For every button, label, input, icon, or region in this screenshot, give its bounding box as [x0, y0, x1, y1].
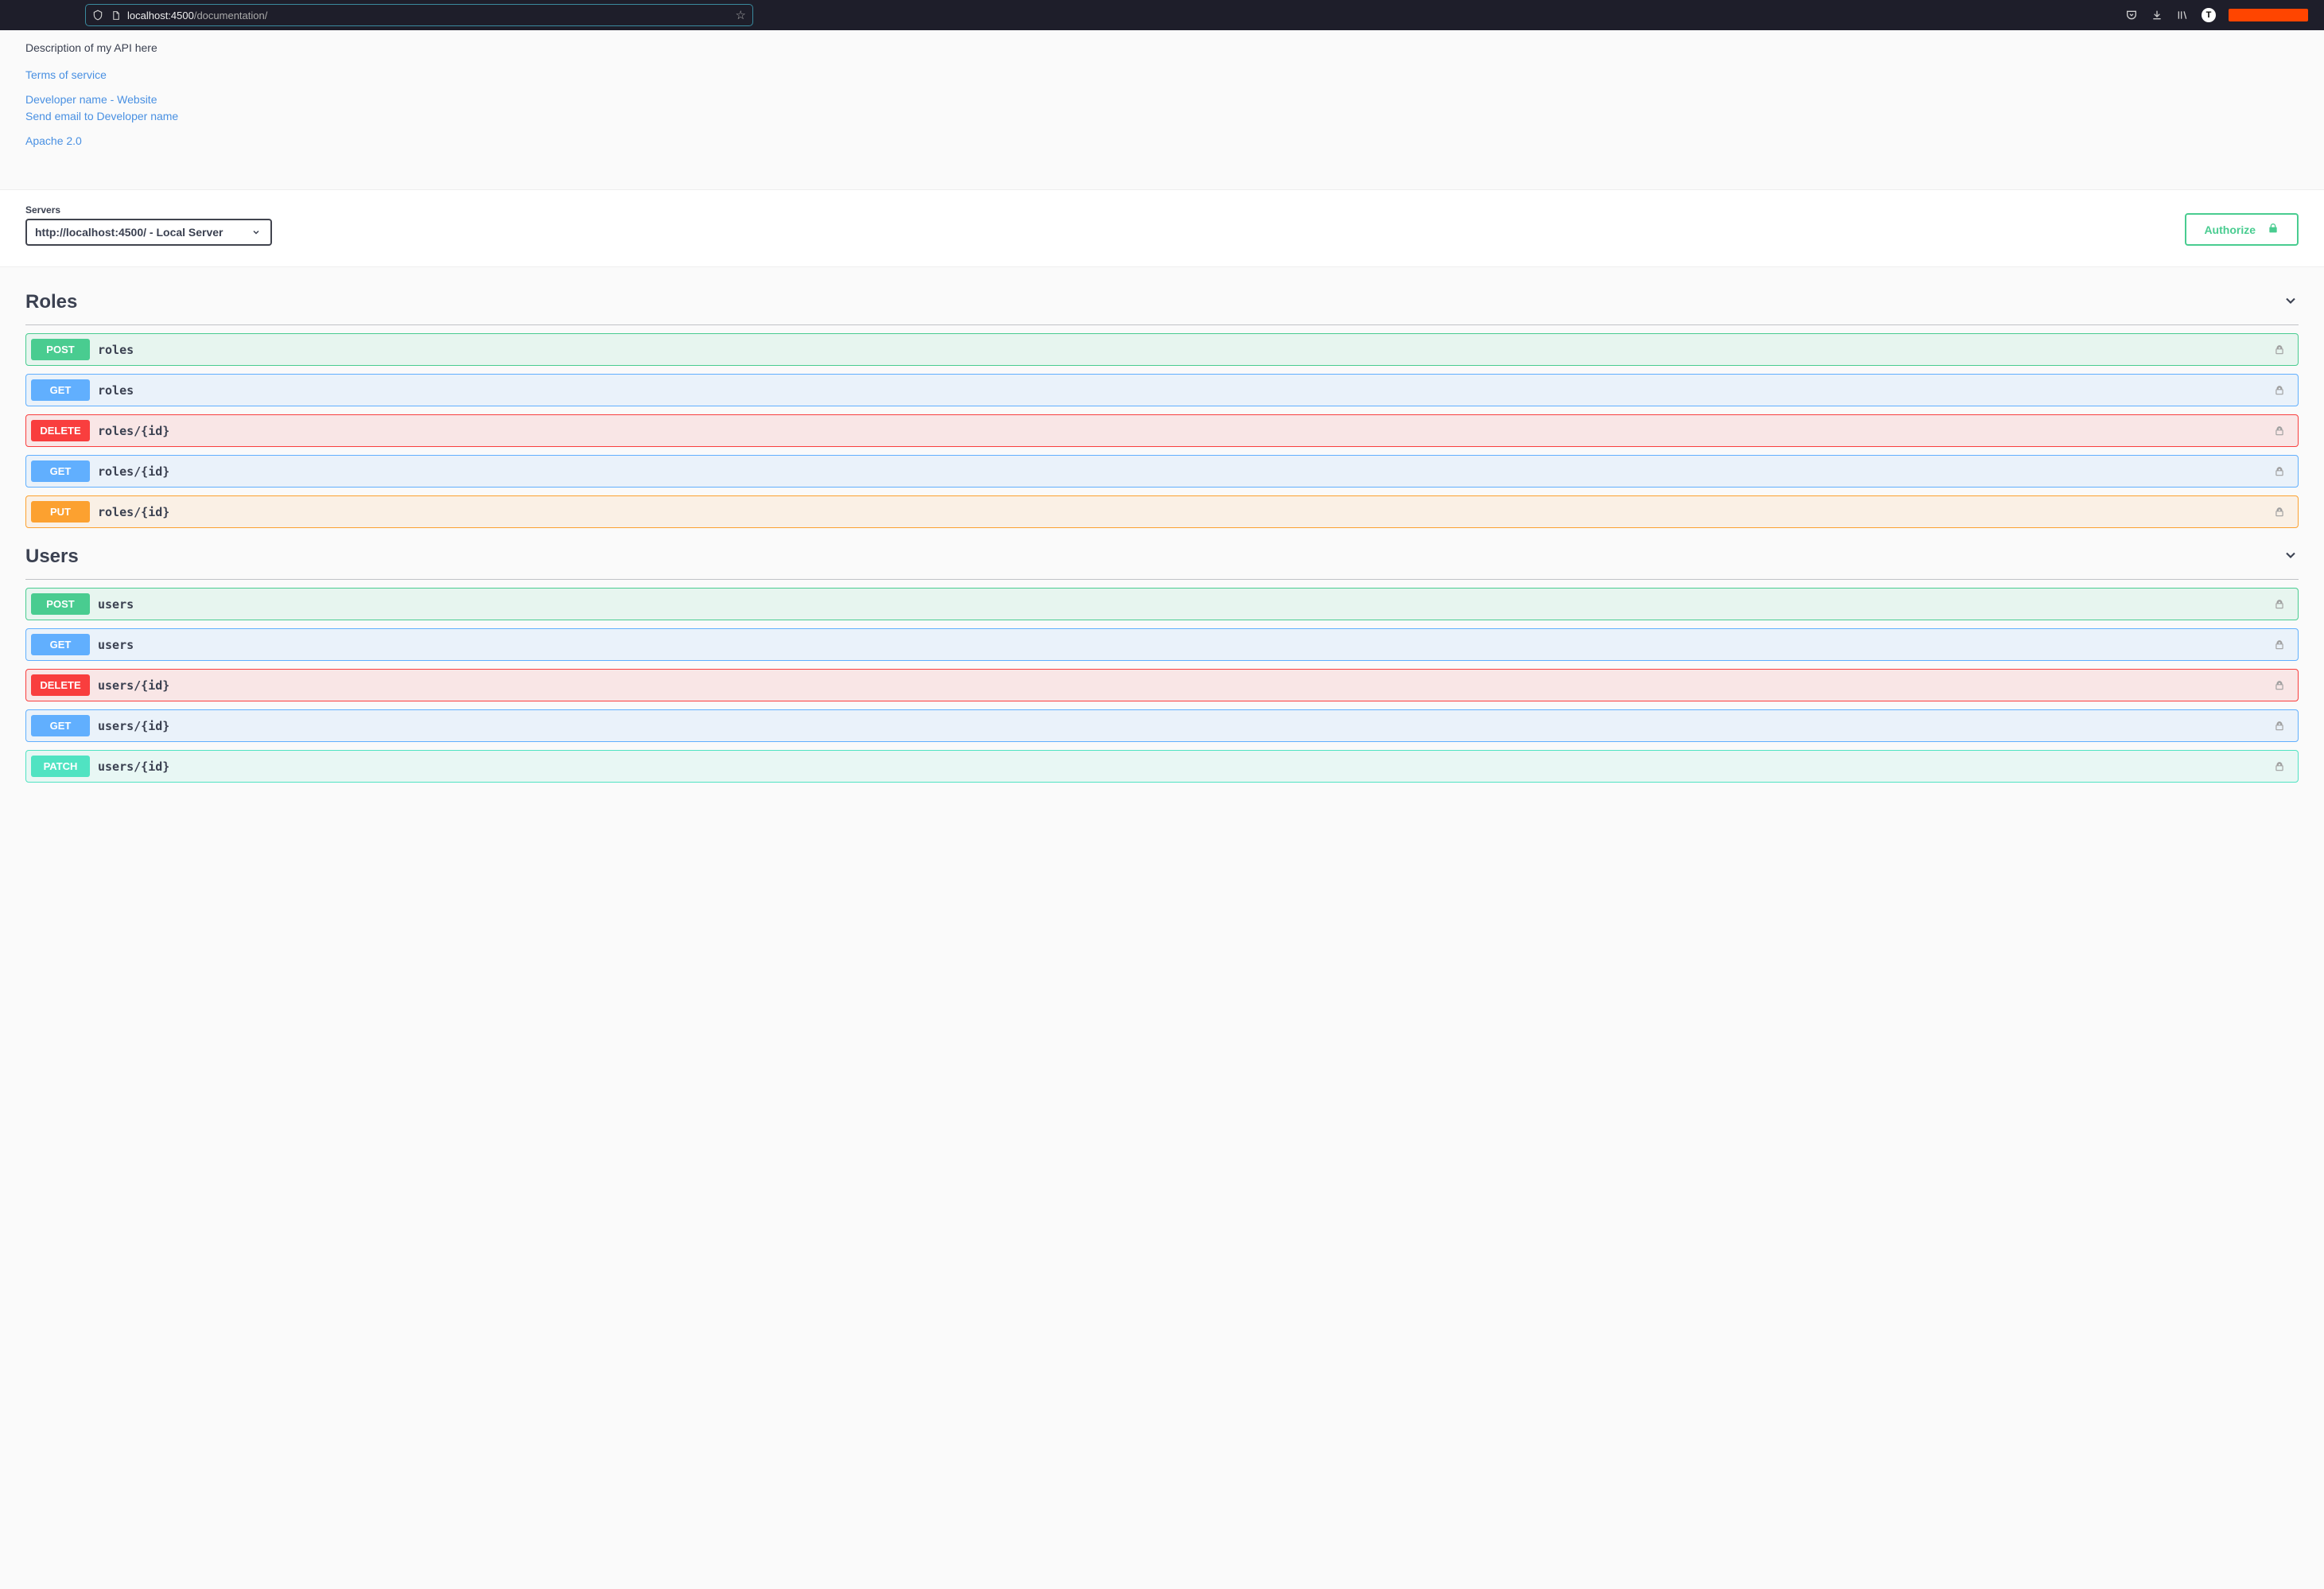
- operation-path: users/{id}: [98, 760, 2264, 774]
- url-bar[interactable]: localhost:4500/documentation/ ☆: [85, 4, 753, 26]
- lock-open-icon[interactable]: [2272, 425, 2287, 437]
- shield-icon: [92, 10, 103, 21]
- operation-path: roles/{id}: [98, 505, 2264, 519]
- license-link[interactable]: Apache 2.0: [25, 133, 2299, 150]
- servers-bar: Servers http://localhost:4500/ - Local S…: [0, 189, 2324, 267]
- operation-path: roles: [98, 343, 2264, 357]
- operation-get-users[interactable]: GET users: [25, 628, 2299, 661]
- lock-open-icon[interactable]: [2272, 761, 2287, 772]
- lock-open-icon[interactable]: [2272, 639, 2287, 651]
- http-method-badge: DELETE: [31, 674, 90, 696]
- tag-section-roles: RolesPOSTrolesGETrolesDELETEroles/{id}GE…: [25, 283, 2299, 528]
- api-description: Description of my API here: [25, 41, 2299, 54]
- redacted-area: [2229, 9, 2308, 21]
- lock-open-icon[interactable]: [2272, 599, 2287, 610]
- servers-select[interactable]: http://localhost:4500/ - Local Server: [25, 219, 272, 246]
- chevron-down-icon: [2283, 547, 2299, 567]
- operation-patch-users-id-[interactable]: PATCH users/{id}: [25, 750, 2299, 783]
- operation-path: roles: [98, 383, 2264, 398]
- servers-label: Servers: [25, 204, 272, 216]
- http-method-badge: PATCH: [31, 756, 90, 777]
- tag-section-users: UsersPOSTusersGETusersDELETEusers/{id}GE…: [25, 538, 2299, 783]
- operation-get-users-id-[interactable]: GET users/{id}: [25, 709, 2299, 742]
- lock-open-icon[interactable]: [2272, 721, 2287, 732]
- terms-of-service-link[interactable]: Terms of service: [25, 67, 2299, 84]
- lock-open-icon[interactable]: [2272, 507, 2287, 518]
- http-method-badge: POST: [31, 339, 90, 360]
- operations-container: RolesPOSTrolesGETrolesDELETEroles/{id}GE…: [0, 267, 2324, 824]
- download-icon[interactable]: [2151, 9, 2163, 21]
- operation-delete-users-id-[interactable]: DELETE users/{id}: [25, 669, 2299, 701]
- bookmark-star-icon[interactable]: ☆: [736, 8, 746, 22]
- tag-header-roles[interactable]: Roles: [25, 283, 2299, 325]
- http-method-badge: GET: [31, 634, 90, 655]
- operation-path: roles/{id}: [98, 424, 2264, 438]
- operation-path: users/{id}: [98, 719, 2264, 733]
- http-method-badge: PUT: [31, 501, 90, 523]
- authorize-label: Authorize: [2204, 223, 2256, 236]
- lock-open-icon[interactable]: [2272, 466, 2287, 477]
- operation-get-roles-id-[interactable]: GET roles/{id}: [25, 455, 2299, 488]
- page-icon: [110, 10, 121, 21]
- operation-put-roles-id-[interactable]: PUT roles/{id}: [25, 495, 2299, 528]
- http-method-badge: POST: [31, 593, 90, 615]
- lock-icon: [2267, 222, 2279, 237]
- browser-toolbar-right: T: [2125, 8, 2308, 22]
- lock-open-icon[interactable]: [2272, 344, 2287, 355]
- lock-open-icon[interactable]: [2272, 680, 2287, 691]
- operation-path: users: [98, 638, 2264, 652]
- http-method-badge: GET: [31, 715, 90, 736]
- operation-get-roles[interactable]: GET roles: [25, 374, 2299, 406]
- operation-path: roles/{id}: [98, 464, 2264, 479]
- operation-path: users/{id}: [98, 678, 2264, 693]
- http-method-badge: GET: [31, 379, 90, 401]
- pocket-icon[interactable]: [2125, 9, 2138, 21]
- api-info-section: Description of my API here Terms of serv…: [0, 30, 2324, 189]
- lock-open-icon[interactable]: [2272, 385, 2287, 396]
- authorize-button[interactable]: Authorize: [2185, 213, 2299, 246]
- browser-chrome: localhost:4500/documentation/ ☆ T: [0, 0, 2324, 30]
- operation-post-users[interactable]: POST users: [25, 588, 2299, 620]
- developer-email-link[interactable]: Send email to Developer name: [25, 108, 2299, 125]
- http-method-badge: GET: [31, 460, 90, 482]
- operation-post-roles[interactable]: POST roles: [25, 333, 2299, 366]
- operation-path: users: [98, 597, 2264, 612]
- tag-title: Roles: [25, 291, 77, 313]
- http-method-badge: DELETE: [31, 420, 90, 441]
- tag-header-users[interactable]: Users: [25, 538, 2299, 580]
- tag-title: Users: [25, 546, 79, 568]
- url-text: localhost:4500/documentation/: [127, 10, 729, 21]
- developer-website-link[interactable]: Developer name - Website: [25, 91, 2299, 108]
- library-icon[interactable]: [2176, 9, 2189, 21]
- chevron-down-icon: [2283, 293, 2299, 313]
- operation-delete-roles-id-[interactable]: DELETE roles/{id}: [25, 414, 2299, 447]
- profile-badge[interactable]: T: [2202, 8, 2216, 22]
